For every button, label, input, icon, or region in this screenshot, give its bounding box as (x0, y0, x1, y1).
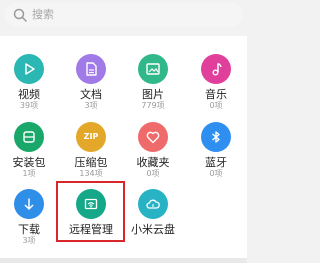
search-input[interactable]: 搜索 (4, 3, 243, 27)
mi-cloud-drive-category-icon (138, 189, 168, 219)
category-label: 音乐 (205, 88, 227, 101)
category-downloads[interactable]: 下载 3项 (3, 189, 55, 245)
category-documents[interactable]: 文档 3项 (65, 54, 117, 110)
downloads-category-icon (14, 189, 44, 219)
category-mi-cloud-drive[interactable]: 小米云盘 (127, 189, 179, 236)
cloud-icon (146, 199, 160, 209)
category-music[interactable]: 音乐 0项 (190, 54, 242, 110)
category-favorites[interactable]: 收藏夹 0项 (127, 122, 179, 178)
category-installers[interactable]: 安装包 1项 (3, 122, 55, 178)
music-category-icon (201, 54, 231, 84)
category-label: 压缩包 (74, 156, 108, 169)
category-count: 134项 (79, 169, 103, 178)
installers-category-icon (14, 122, 44, 152)
search-placeholder: 搜索 (32, 8, 54, 21)
category-label: 图片 (142, 88, 164, 101)
category-archives[interactable]: ZIP 压缩包 134项 (65, 122, 117, 178)
category-label: 蓝牙 (205, 156, 227, 169)
category-count: 0项 (209, 101, 223, 110)
category-images[interactable]: 图片 779项 (127, 54, 179, 110)
music-note-icon (212, 62, 222, 76)
category-count: 3项 (22, 236, 36, 245)
category-label: 下载 (18, 223, 40, 236)
video-category-icon (14, 54, 44, 84)
package-icon (23, 131, 35, 143)
favorites-category-icon (138, 122, 168, 152)
category-count: 1项 (22, 169, 36, 178)
category-label: 小米云盘 (131, 223, 175, 236)
archives-category-icon: ZIP (76, 122, 106, 152)
bluetooth-category-icon (201, 122, 231, 152)
category-label: 收藏夹 (136, 156, 170, 169)
category-count: 39项 (19, 101, 39, 110)
heart-icon (146, 131, 160, 144)
document-icon (86, 62, 97, 76)
category-count: 779项 (141, 101, 165, 110)
bluetooth-icon (212, 131, 220, 143)
search-bar: 搜索 (0, 0, 247, 30)
image-icon (146, 63, 160, 75)
category-label: 安装包 (12, 156, 46, 169)
zip-icon: ZIP (83, 132, 99, 141)
category-count: 0项 (209, 169, 223, 178)
category-bluetooth[interactable]: 蓝牙 0项 (190, 122, 242, 178)
documents-category-icon (76, 54, 106, 84)
category-label: 文档 (80, 88, 102, 101)
category-count: 3项 (84, 101, 98, 110)
play-icon (25, 63, 35, 75)
category-count: 0项 (146, 169, 160, 178)
category-label: 视频 (18, 88, 40, 101)
download-arrow-icon (24, 198, 34, 210)
bottom-divider (0, 258, 247, 263)
category-video[interactable]: 视频 39项 (3, 54, 55, 110)
highlight-box (56, 181, 125, 242)
images-category-icon (138, 54, 168, 84)
search-icon (13, 8, 27, 22)
